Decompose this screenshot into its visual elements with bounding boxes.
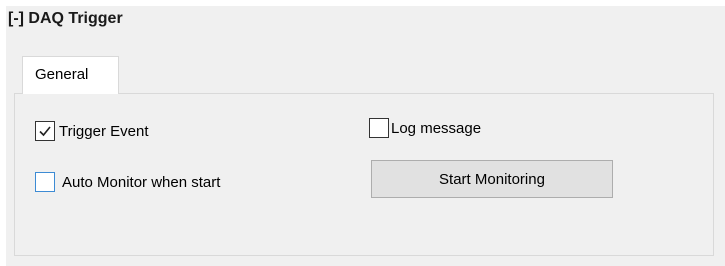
checkbox-checked-icon[interactable] <box>35 121 55 141</box>
trigger-event-label: Trigger Event <box>59 122 149 140</box>
log-message-checkbox[interactable]: Log message <box>369 118 481 138</box>
tab-general[interactable]: General <box>22 56 119 94</box>
log-message-label: Log message <box>391 119 482 137</box>
auto-monitor-checkbox[interactable]: Auto Monitor when start <box>35 172 220 192</box>
start-monitoring-button[interactable]: Start Monitoring <box>371 160 613 198</box>
tab-general-label: General <box>35 66 89 83</box>
checkbox-unchecked-icon[interactable] <box>369 118 389 138</box>
auto-monitor-label: Auto Monitor when start <box>62 173 221 191</box>
checkbox-unchecked-icon[interactable] <box>35 172 55 192</box>
section-header-toggle[interactable]: [-] DAQ Trigger <box>8 10 123 28</box>
trigger-event-checkbox[interactable]: Trigger Event <box>35 121 148 141</box>
